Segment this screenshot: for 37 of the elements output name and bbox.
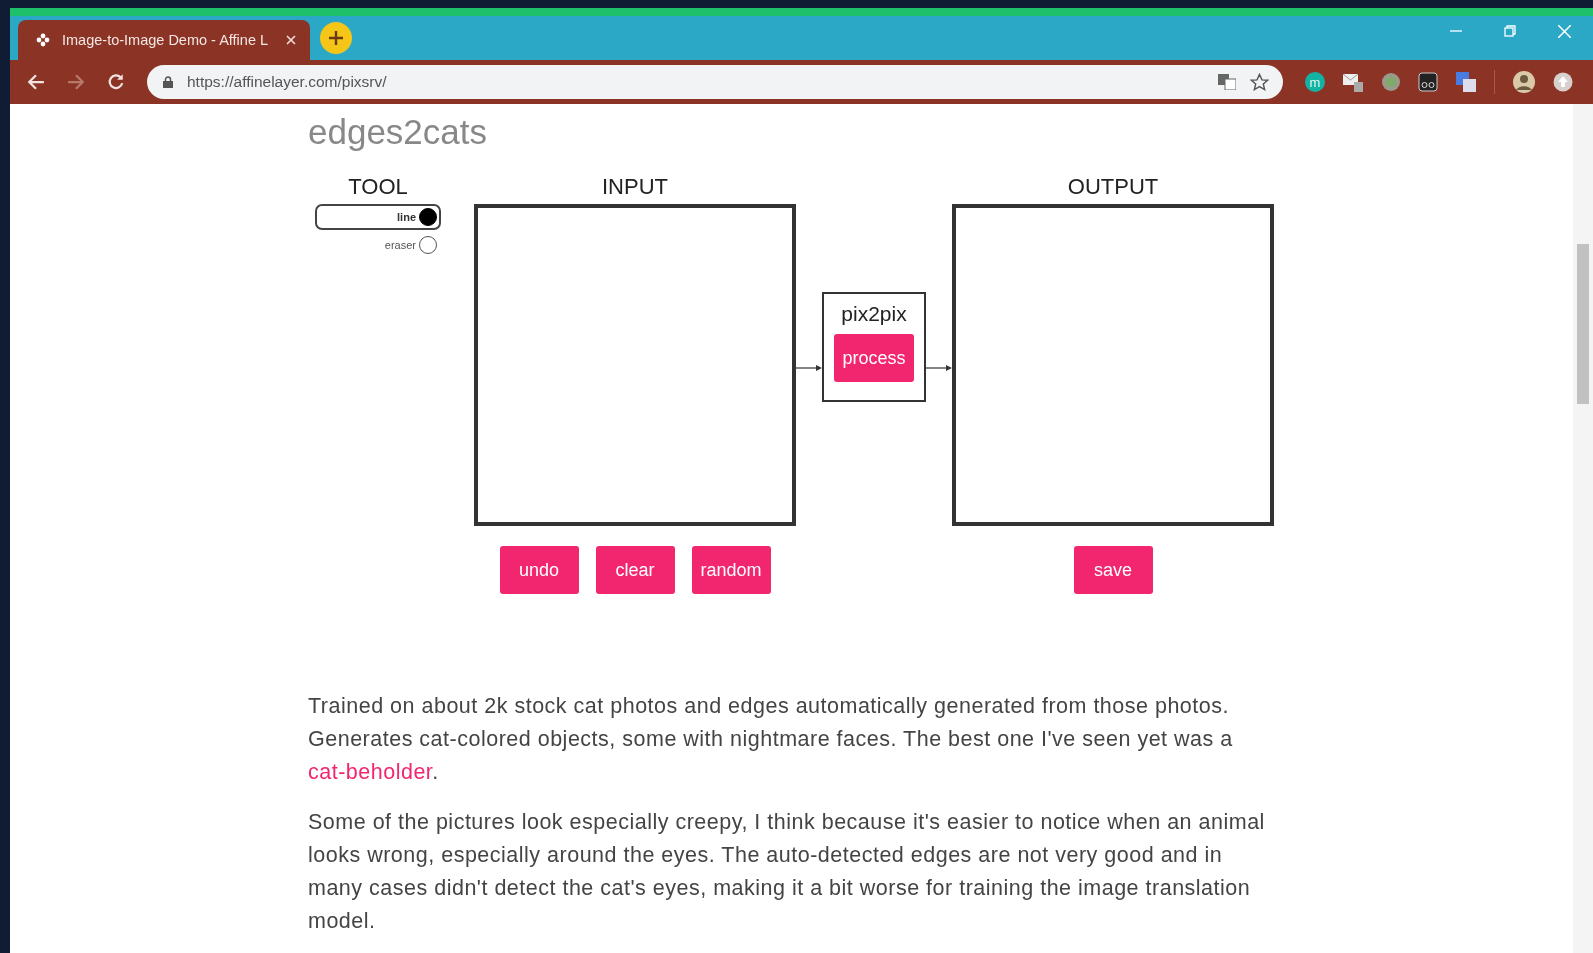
radio-button[interactable] xyxy=(419,208,437,226)
action-button[interactable]: undo xyxy=(499,546,579,594)
avatar-icon[interactable] xyxy=(1512,70,1536,94)
browser-tab[interactable]: Image-to-Image Demo - Affine L xyxy=(18,20,310,60)
link[interactable]: cat-beholder xyxy=(308,760,433,784)
address-bar[interactable]: https://affinelayer.com/pixsrv/ xyxy=(147,65,1283,99)
upload-icon[interactable] xyxy=(1553,72,1573,92)
paragraph: Trained on about 2k stock cat photos and edges automatically generated from those photos. Generates cat-colored objects, some with nightmare faces. The best one I've seen yet was a cat-beholder. xyxy=(308,693,1234,786)
extension-icon[interactable]: m xyxy=(1305,72,1325,92)
radio-button[interactable] xyxy=(419,236,437,254)
scrollbar-thumb[interactable] xyxy=(1577,244,1589,404)
output-heading: OUTPUT xyxy=(1067,174,1159,201)
save-button[interactable]: save xyxy=(1073,546,1153,594)
input-heading: INPUT xyxy=(602,174,668,201)
eyes-icon[interactable] xyxy=(1418,72,1438,92)
model-title: pix2pix xyxy=(841,302,907,326)
back-icon[interactable] xyxy=(27,73,45,91)
close-icon[interactable] xyxy=(286,35,296,45)
translate-icon[interactable] xyxy=(1218,74,1236,90)
dots-icon xyxy=(36,33,50,47)
circle-icon[interactable] xyxy=(1381,72,1401,92)
tool-heading: TOOL xyxy=(348,174,408,201)
mail-icon[interactable] xyxy=(1342,71,1364,93)
translate-icon[interactable] xyxy=(1455,71,1477,93)
tool-option[interactable]: eraser xyxy=(362,232,441,258)
paragraph: Some of the pictures look especially creepy, I think because it's easier to notice when an animal looks wrong, especially around the eyes. The auto-detected edges are not very good and in many cases didn't detect the cat's eyes, making it a bit worse for training the image translation model. xyxy=(308,809,1266,935)
lock-icon xyxy=(163,76,173,88)
new-tab-icon[interactable] xyxy=(320,22,352,54)
page-title: edges2cats xyxy=(308,112,489,152)
action-button[interactable]: random xyxy=(691,546,771,594)
process-button[interactable]: process xyxy=(834,334,914,382)
tool-option[interactable]: line xyxy=(315,204,441,230)
reload-icon[interactable] xyxy=(107,73,125,91)
action-button[interactable]: clear xyxy=(595,546,675,594)
restore-icon[interactable] xyxy=(1504,25,1516,37)
drawing-canvas[interactable] xyxy=(474,204,796,526)
star-icon[interactable] xyxy=(1250,72,1269,92)
